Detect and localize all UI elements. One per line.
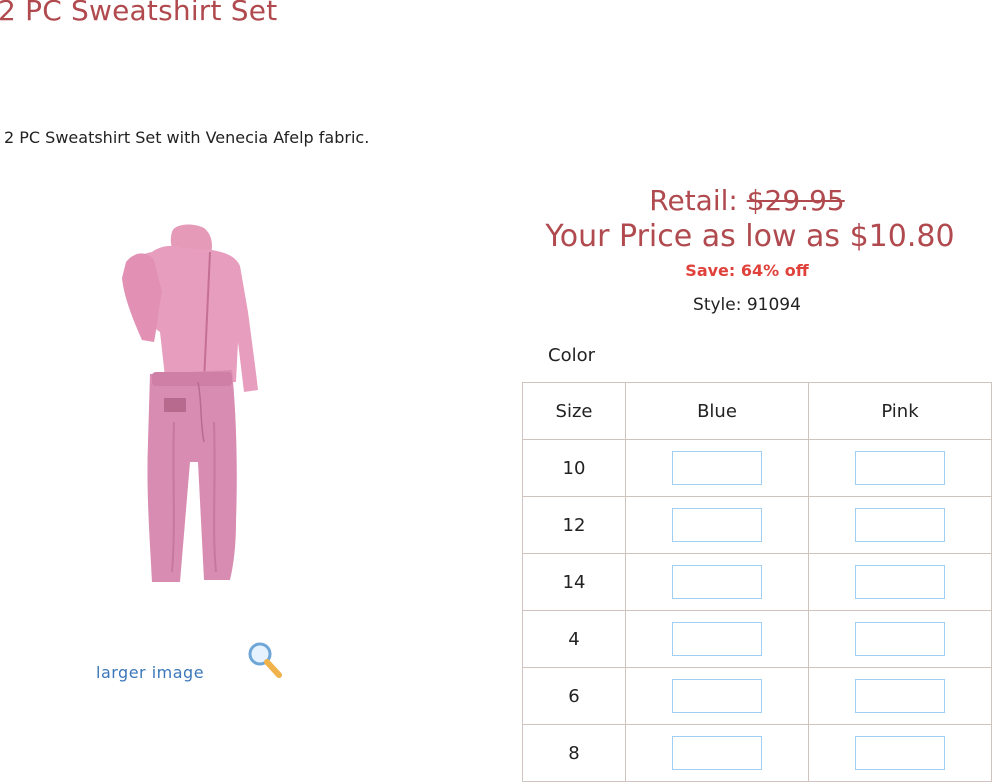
size-cell: 8 — [522, 724, 626, 782]
retail-price: Retail: $29.95 — [484, 183, 998, 219]
grid-header-row: Size Blue Pink — [522, 382, 992, 440]
qty-input-pink-8[interactable] — [855, 736, 945, 770]
size-color-grid: Size Blue Pink 10 12 14 4 6 8 — [522, 382, 992, 782]
color-header-blue: Blue — [625, 382, 809, 440]
qty-cell — [625, 553, 809, 611]
size-cell: 10 — [522, 439, 626, 497]
size-cell: 4 — [522, 610, 626, 668]
qty-input-blue-8[interactable] — [672, 736, 762, 770]
magnifier-icon[interactable] — [246, 640, 284, 680]
qty-cell — [625, 439, 809, 497]
style-number: Style: 91094 — [693, 295, 801, 315]
qty-cell — [808, 439, 992, 497]
qty-input-pink-12[interactable] — [855, 508, 945, 542]
qty-cell — [808, 610, 992, 668]
product-description: 2 PC Sweatshirt Set with Venecia Afelp f… — [4, 128, 370, 147]
table-row: 10 — [522, 439, 992, 497]
table-row: 4 — [522, 610, 992, 668]
retail-price-value: $29.95 — [746, 184, 845, 217]
table-row: 14 — [522, 553, 992, 611]
qty-input-blue-4[interactable] — [672, 622, 762, 656]
qty-input-blue-12[interactable] — [672, 508, 762, 542]
qty-cell — [625, 667, 809, 725]
your-price: Your Price as low as $10.80 — [545, 219, 955, 254]
larger-image-link[interactable]: larger image — [96, 663, 204, 682]
qty-input-pink-6[interactable] — [855, 679, 945, 713]
save-badge: Save: 64% off — [685, 261, 809, 280]
size-cell: 6 — [522, 667, 626, 725]
qty-cell — [625, 610, 809, 668]
color-header-pink: Pink — [808, 382, 992, 440]
product-image[interactable] — [112, 222, 272, 584]
qty-cell — [625, 724, 809, 782]
qty-cell — [808, 667, 992, 725]
qty-input-blue-14[interactable] — [672, 565, 762, 599]
qty-input-blue-6[interactable] — [672, 679, 762, 713]
table-row: 6 — [522, 667, 992, 725]
table-row: 12 — [522, 496, 992, 554]
size-header: Size — [522, 382, 626, 440]
qty-cell — [808, 496, 992, 554]
retail-label: Retail: — [649, 184, 747, 217]
qty-input-pink-14[interactable] — [855, 565, 945, 599]
qty-input-blue-10[interactable] — [672, 451, 762, 485]
color-label: Color — [548, 345, 595, 366]
size-cell: 14 — [522, 553, 626, 611]
qty-input-pink-10[interactable] — [855, 451, 945, 485]
size-cell: 12 — [522, 496, 626, 554]
table-row: 8 — [522, 724, 992, 782]
qty-cell — [808, 724, 992, 782]
qty-cell — [625, 496, 809, 554]
sweatsuit-icon — [122, 224, 258, 582]
qty-input-pink-4[interactable] — [855, 622, 945, 656]
qty-cell — [808, 553, 992, 611]
product-title: 2 PC Sweatshirt Set — [0, 0, 278, 27]
price-block: Retail: $29.95 Your Price as low as $10.… — [510, 183, 998, 315]
